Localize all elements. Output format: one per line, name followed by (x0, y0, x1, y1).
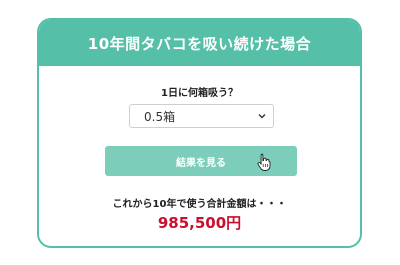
show-result-button-label: 結果を見る (176, 157, 226, 169)
question-label: 1日に何箱吸う？ (161, 88, 238, 99)
total-amount: 985,500円 (157, 214, 242, 232)
card-title: 10年間タバコを吸い続けた場合 (87, 34, 312, 53)
total-label: これから10年で使う合計金額は・・・ (112, 199, 287, 210)
packs-per-day-select[interactable]: 0.5箱 (129, 104, 274, 128)
card-header: 10年間タバコを吸い続けた場合 (39, 20, 360, 66)
chevron-down-icon (258, 114, 266, 119)
select-value: 0.5箱 (144, 109, 176, 124)
hand-pointer-icon (257, 153, 271, 171)
calculator-card: 10年間タバコを吸い続けた場合 1日に何箱吸う？ 0.5箱 結果を見る これから… (37, 18, 362, 248)
